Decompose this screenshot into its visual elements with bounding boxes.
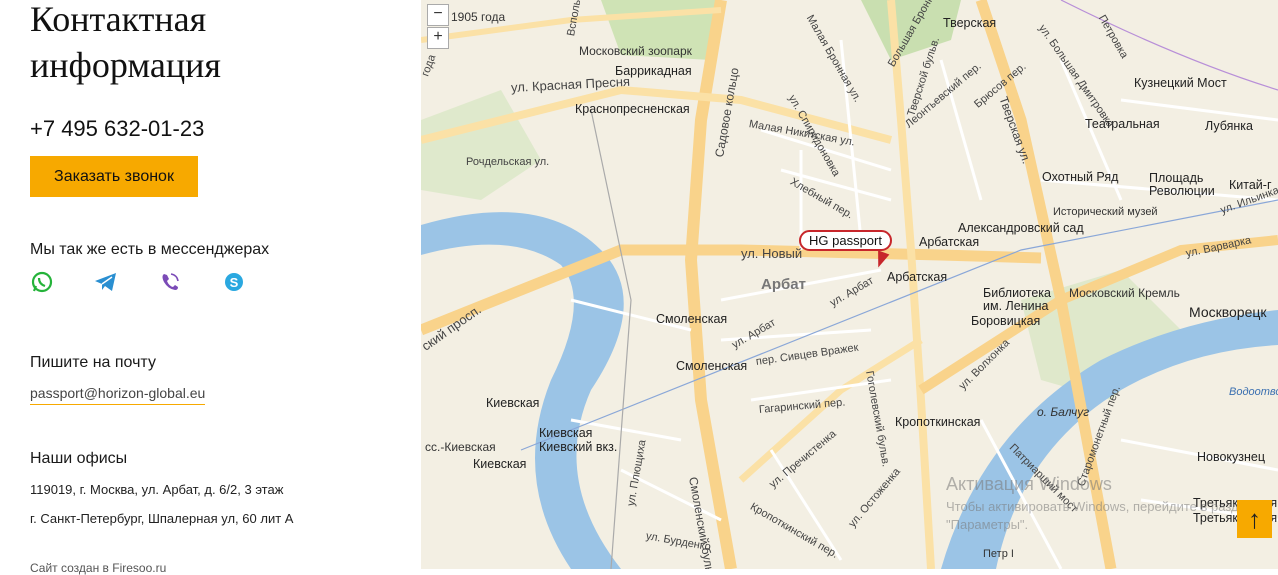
street-label: Рочдельская ул. <box>466 156 550 168</box>
metro-label: Театральная <box>1085 117 1160 131</box>
island-label: о. Балчуг <box>1037 405 1090 419</box>
district-label: Арбат <box>761 276 806 293</box>
metro-label: Площадь Революции <box>1149 171 1215 198</box>
metro-label: сс.-Киевская <box>425 440 496 454</box>
metro-label: Кропоткинская <box>895 415 981 429</box>
metro-label: Смоленская <box>676 359 748 373</box>
offices-title: Наши офисы <box>30 450 128 467</box>
telegram-icon[interactable] <box>94 270 118 294</box>
landmark-label: Исторический музей <box>1053 206 1158 218</box>
office-spb: г. Санкт-Петербург, Шпалерная ул, 60 лит… <box>30 511 294 526</box>
page-title: Контактная информация <box>30 0 221 85</box>
landmark-label: Александровский сад <box>958 221 1084 235</box>
skype-icon[interactable]: S <box>222 270 246 294</box>
office-marker-label[interactable]: HG passport <box>799 230 892 251</box>
metro-label: Арбатская <box>887 270 948 284</box>
metro-label: Лубянка <box>1205 119 1253 133</box>
whatsapp-icon[interactable] <box>30 270 54 294</box>
scroll-top-button[interactable]: ↑ <box>1237 500 1272 538</box>
footer-credit[interactable]: Сайт создан в Firesoo.ru <box>30 561 166 575</box>
landmark-label: Петр I <box>983 548 1014 560</box>
mail-title: Пишите на почту <box>30 354 156 371</box>
order-call-button[interactable]: Заказать звонок <box>30 156 198 197</box>
map-label: 1905 года <box>451 10 506 24</box>
street-label: Москворецк <box>1189 304 1267 320</box>
landmark-label: Московский Кремль <box>1069 286 1180 300</box>
metro-label: Кузнецкий Мост <box>1134 76 1227 90</box>
map-label: Московский зоопарк <box>579 44 692 58</box>
street-label: ул. Новый <box>741 246 803 261</box>
zoom-out-button[interactable]: − <box>427 4 449 26</box>
metro-label: Тверская <box>943 16 997 30</box>
metro-label: Киевская <box>486 396 540 410</box>
office-moscow: 119019, г. Москва, ул. Арбат, д. 6/2, 3 … <box>30 482 284 497</box>
svg-text:S: S <box>230 275 239 290</box>
street-label: Водоотвод <box>1229 386 1278 398</box>
contact-panel: Контактная информация +7 495 632-01-23 З… <box>0 0 421 575</box>
email-link[interactable]: passport@horizon-global.eu <box>30 385 206 405</box>
viber-icon[interactable] <box>158 270 182 294</box>
messengers-list: S <box>30 270 246 294</box>
metro-label: Киевская <box>539 426 593 440</box>
zoom-in-button[interactable]: + <box>427 27 449 49</box>
map[interactable]: − + 1905 года Московский зоопарк Баррика… <box>421 0 1278 569</box>
metro-label: Охотный Ряд <box>1042 170 1119 184</box>
metro-label: Боровицкая <box>971 314 1041 328</box>
metro-label: Киевская <box>473 457 527 471</box>
metro-label: Смоленская <box>656 312 728 326</box>
metro-label: Библиотека им. Ленина <box>983 286 1051 313</box>
station-label: Киевский вкз. <box>539 440 618 454</box>
metro-label: Новокузнец <box>1197 450 1266 464</box>
metro-label: Краснопресненская <box>575 102 690 116</box>
windows-watermark-text: Чтобы активировать Windows, перейдите в … <box>946 499 1253 532</box>
metro-label: Арбатская <box>919 235 980 249</box>
windows-watermark-title: Активация Windows <box>946 474 1112 494</box>
phone-number[interactable]: +7 495 632-01-23 <box>30 116 204 142</box>
messengers-title: Мы так же есть в мессенджерах <box>30 241 270 258</box>
